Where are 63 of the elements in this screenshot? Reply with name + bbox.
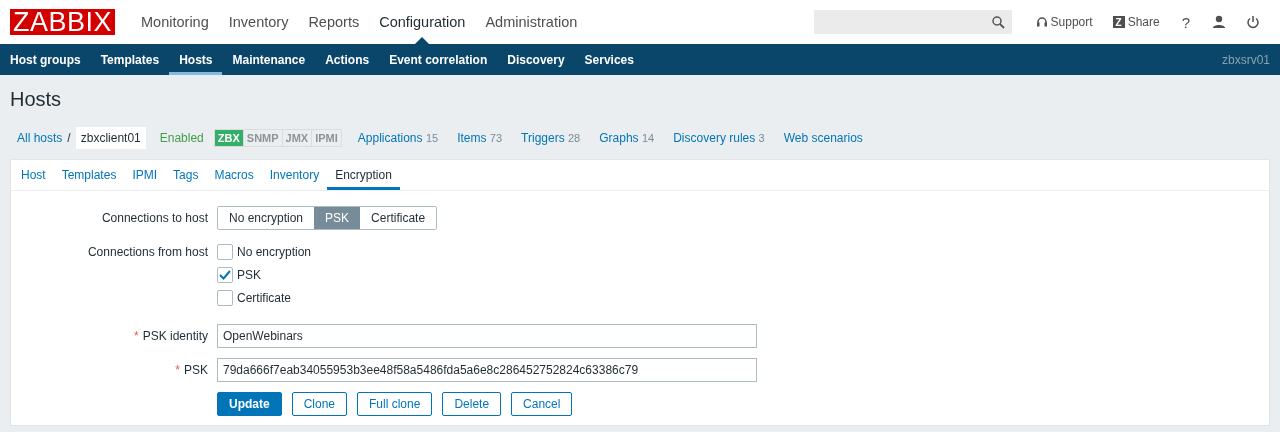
- checkbox-label[interactable]: PSK: [237, 268, 261, 282]
- headset-icon: [1035, 16, 1048, 28]
- action-button[interactable]: Cancel: [511, 392, 573, 416]
- host-link[interactable]: Discovery rules 3: [673, 131, 765, 145]
- page-title: Hosts: [9, 87, 63, 112]
- interface-badge: IPMI: [311, 130, 341, 146]
- tab[interactable]: Templates: [53, 160, 125, 190]
- checkbox-label[interactable]: Certificate: [237, 291, 292, 305]
- input-field[interactable]: 79da666f7eab34055953b3ee48f58a5486fda5a6e8c286452752824c63386c79: [217, 358, 757, 382]
- support-link[interactable]: Support: [1050, 15, 1093, 29]
- checkbox[interactable]: [217, 244, 233, 260]
- checkbox-label[interactable]: No encryption: [237, 245, 312, 259]
- nav-item[interactable]: Services: [574, 44, 644, 75]
- nav-item[interactable]: Maintenance: [222, 44, 316, 75]
- menu-item[interactable]: Administration: [475, 0, 588, 44]
- action-button[interactable]: Update: [217, 392, 282, 416]
- tab[interactable]: Macros: [206, 160, 262, 190]
- menu-item[interactable]: Configuration: [369, 0, 476, 44]
- tab[interactable]: Encryption: [327, 160, 400, 190]
- field-label: PSK: [184, 363, 208, 377]
- server-name: zbxsrv01: [1221, 52, 1271, 67]
- field-label: PSK identity: [142, 329, 208, 343]
- menu-item[interactable]: Reports: [298, 0, 370, 44]
- search-field[interactable]: [813, 10, 1012, 34]
- field-label: Connections from host: [86, 244, 208, 261]
- logo[interactable]: ZABBIX: [10, 9, 116, 35]
- nav-item[interactable]: Discovery: [497, 44, 575, 75]
- user-icon[interactable]: [1212, 15, 1226, 29]
- action-button[interactable]: Delete: [442, 392, 502, 416]
- current-host: zbxclient01: [75, 127, 146, 149]
- tab[interactable]: IPMI: [124, 160, 166, 190]
- host-link[interactable]: Web scenarios: [783, 131, 863, 145]
- host-link[interactable]: Graphs 14: [599, 131, 655, 145]
- menu-item[interactable]: Monitoring: [131, 0, 219, 44]
- tab[interactable]: Host: [13, 160, 54, 190]
- help-link[interactable]: ?: [1181, 13, 1190, 31]
- field-label: Connections to host: [100, 210, 208, 227]
- power-icon[interactable]: [1246, 15, 1260, 29]
- host-link[interactable]: Applications 15: [357, 131, 439, 145]
- tab[interactable]: Inventory: [261, 160, 328, 190]
- breadcrumb-link[interactable]: All hosts: [17, 131, 63, 145]
- nav-item[interactable]: Event correlation: [379, 44, 498, 75]
- checkbox[interactable]: [217, 290, 233, 306]
- tab[interactable]: Tags: [165, 160, 207, 190]
- interface-badge: SNMP: [242, 130, 282, 146]
- host-link[interactable]: Items 73: [457, 131, 503, 145]
- search-icon: [991, 15, 1005, 29]
- nav-item[interactable]: Templates: [90, 44, 170, 75]
- breadcrumb-separator: /: [67, 131, 71, 145]
- host-link[interactable]: Triggers 28: [521, 131, 581, 145]
- required-mark: *: [175, 363, 180, 377]
- share-link[interactable]: Share: [1127, 15, 1160, 29]
- input-field[interactable]: OpenWebinars: [217, 324, 757, 348]
- nav-item[interactable]: Actions: [315, 44, 380, 75]
- required-mark: *: [133, 329, 139, 343]
- menu-item[interactable]: Inventory: [218, 0, 299, 44]
- nav-item[interactable]: Hosts: [169, 44, 223, 75]
- checkbox[interactable]: [217, 267, 233, 283]
- action-button[interactable]: Full clone: [357, 392, 433, 416]
- share-logo-icon: Z: [1112, 16, 1125, 28]
- nav-item[interactable]: Host groups: [0, 44, 91, 75]
- interface-badge: ZBX: [214, 130, 243, 146]
- action-button[interactable]: Clone: [291, 392, 348, 416]
